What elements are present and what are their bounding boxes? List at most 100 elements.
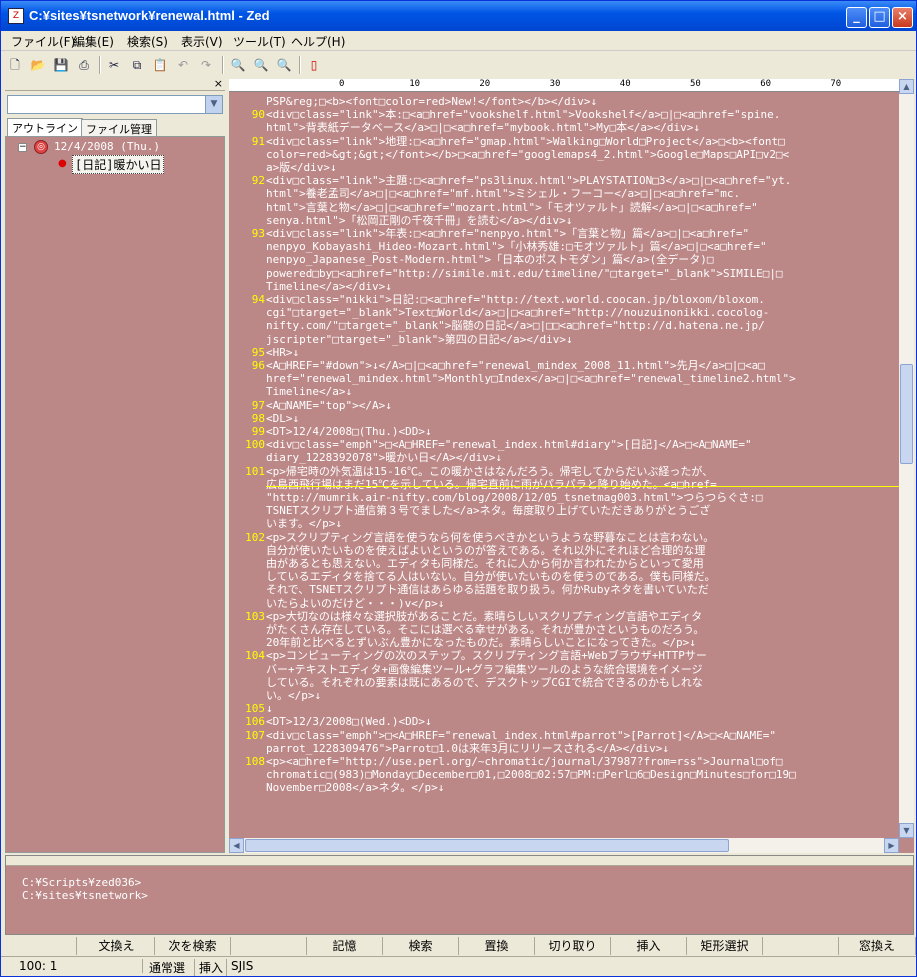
search-icon[interactable]: 🔍 <box>229 56 247 74</box>
code-line[interactable]: powered□by□<a□href="http://simile.mit.ed… <box>266 267 783 280</box>
code-line[interactable]: November□2008</a>ネタ。</p>↓ <box>266 781 444 794</box>
code-line[interactable]: <div□class="link">地理:□<a□href="gmap.html… <box>266 135 785 148</box>
code-line[interactable]: している。それぞれの要素は既にあるので、デスクトップCGIで統合できるのかもしれ… <box>266 676 703 689</box>
minimize-button[interactable]: _ <box>846 7 867 28</box>
title-bar[interactable]: Z C:¥sites¥tsnetwork¥renewal.html - Zed … <box>1 1 916 31</box>
code-line[interactable]: い。</p>↓ <box>266 689 321 702</box>
code-line[interactable]: Timeline</a></div>↓ <box>266 280 392 293</box>
code-line[interactable]: <p>帰宅時の外気温は15-16℃。この暖かさはなんだろう。帰宅してからだいぶ経… <box>266 465 713 478</box>
paste-icon[interactable]: 📋 <box>151 56 169 74</box>
function-key-12[interactable]: 窓換え <box>839 937 916 955</box>
function-key-1[interactable] <box>1 937 77 955</box>
vertical-scrollbar[interactable]: ▲ ▼ <box>899 79 914 838</box>
code-line[interactable]: <p>大切なのは様々な選択肢があることだ。素晴らしいスクリプティング言語やエディ… <box>266 610 702 623</box>
code-line[interactable]: html">言葉と物</a>□|□<a□href="mozart.html">「… <box>266 201 758 214</box>
scroll-down-icon[interactable]: ▼ <box>899 823 914 838</box>
code-line[interactable]: <div□class="emph">□<A□HREF="renewal_inde… <box>266 729 776 742</box>
code-line[interactable]: TSNETスクリプト通信第３号でました</a>ネタ。毎度取り上げていただきありが… <box>266 504 710 517</box>
menu-help[interactable]: ヘルプ(H) <box>291 33 345 50</box>
function-key-5[interactable]: 記憶 <box>307 937 383 955</box>
code-line[interactable]: nenpyo_Japanese_Post-Modern.html">「日本のポス… <box>266 253 714 266</box>
code-line[interactable]: それで、TSNETスクリプト通信はあらゆる話題を取り扱う。何かRubyネタを書い… <box>266 583 709 596</box>
code-line[interactable]: jscripter"□target="_blank">第四の日記</a></di… <box>266 333 573 346</box>
open-icon[interactable]: 📂 <box>29 56 47 74</box>
code-line[interactable]: がたくさん存在している。そこには選べる幸せがある。それが豊かさというものだろう。 <box>266 623 704 636</box>
menu-edit[interactable]: 編集(E) <box>73 33 114 50</box>
maximize-button[interactable]: □ <box>869 7 890 28</box>
scroll-up-icon[interactable]: ▲ <box>899 79 914 94</box>
code-line[interactable]: <p>スクリプティング言語を使うなら何を使うべきかというような野暮なことは言わな… <box>266 531 714 544</box>
tree-node-entry[interactable]: [日記]暖かい日 <box>72 155 165 174</box>
code-line[interactable]: <div□class="nikki">日記:□<a□href="http://t… <box>266 293 765 306</box>
scroll-left-icon[interactable]: ◀ <box>229 838 244 853</box>
function-key-3[interactable]: 次を検索 <box>155 937 231 955</box>
code-line[interactable]: chromatic□(983)□Monday□December□01,□2008… <box>266 768 796 781</box>
code-line[interactable]: <div□class="link">本:□<a□href="vookshelf.… <box>266 108 780 121</box>
code-line[interactable]: 20年前と比べるとずいぶん豊かになったものだ。素晴らしいことになってきた。</p… <box>266 636 696 649</box>
function-key-9[interactable]: 挿入 <box>611 937 687 955</box>
function-key-4[interactable] <box>231 937 307 955</box>
code-line[interactable]: バー+テキストエディタ+画像編集ツール+グラフ編集ツールのような統合環境をイメー… <box>266 663 703 676</box>
code-line[interactable]: <p>コンピューティングの次のステップ。スクリプティング言語+Webブラウザ+H… <box>266 649 707 662</box>
code-line[interactable]: <A□NAME="top"></A>↓ <box>266 399 392 412</box>
text-area[interactable]: PSP&reg;□<b><font□color=red>New!</font><… <box>229 93 899 836</box>
function-key-10[interactable]: 矩形選択 <box>687 937 763 955</box>
code-line[interactable]: <div□class="emph">□<A□HREF="renewal_inde… <box>266 438 752 451</box>
code-line[interactable]: <div□class="link">主題:□<a□href="ps3linux.… <box>266 174 791 187</box>
search-next-icon[interactable]: 🔍 <box>252 56 270 74</box>
code-line[interactable]: color=red>&gt;&gt;</font></b>□<a□href="g… <box>266 148 789 161</box>
collapse-icon[interactable]: − <box>18 143 27 152</box>
tab-file-manager[interactable]: ファイル管理 <box>81 119 157 136</box>
horizontal-scrollbar[interactable]: ◀ ▶ <box>229 838 899 853</box>
code-line[interactable]: cgi"□target="_blank">Text□World</a>□|□<a… <box>266 306 769 319</box>
scroll-right-icon[interactable]: ▶ <box>884 838 899 853</box>
menu-search[interactable]: 検索(S) <box>127 33 168 50</box>
save-icon[interactable]: 💾 <box>52 56 70 74</box>
code-line[interactable]: Timeline</a>↓ <box>266 385 352 398</box>
outline-combo[interactable]: ▼ <box>7 95 223 114</box>
code-line[interactable]: html">背表紙データベース</a>□|□<a□href="mybook.ht… <box>266 121 700 134</box>
console-output[interactable]: C:¥Scripts¥zed036> C:¥sites¥tsnetwork> <box>22 876 148 902</box>
code-line[interactable]: diary_1228392078">暖かい日</A></div>↓ <box>266 451 502 464</box>
code-line[interactable]: ↓ <box>266 702 273 715</box>
code-line[interactable]: a>版</div>↓ <box>266 161 337 174</box>
tab-outline[interactable]: アウトライン <box>7 118 83 136</box>
vertical-scroll-thumb[interactable] <box>900 364 913 464</box>
print-icon[interactable]: ⎙ <box>75 56 93 74</box>
code-line[interactable]: <p><a□href="http://use.perl.org/~chromat… <box>266 755 783 768</box>
code-line[interactable]: いたらよいのだけど・・・)v</p>↓ <box>266 597 444 610</box>
function-key-8[interactable]: 切り取り <box>535 937 611 955</box>
code-line[interactable]: 自分が使いたいものを使えばよいというのが答えである。それ以外にそれほど合理的な理 <box>266 544 705 557</box>
search-prev-icon[interactable]: 🔍 <box>275 56 293 74</box>
menu-view[interactable]: 表示(V) <box>181 33 223 50</box>
redo-icon[interactable]: ↷ <box>197 56 215 74</box>
function-key-2[interactable]: 文換え <box>79 937 155 955</box>
code-line[interactable]: <HR>↓ <box>266 346 299 359</box>
code-line[interactable]: nifty.com/"□target="_blank">脳髄の日記</a>□|□… <box>266 319 765 332</box>
function-key-11[interactable] <box>763 937 839 955</box>
code-line[interactable]: <DL>↓ <box>266 412 299 425</box>
bookmark-icon[interactable]: ▯ <box>305 56 323 74</box>
function-key-6[interactable]: 検索 <box>383 937 459 955</box>
undo-icon[interactable]: ↶ <box>174 56 192 74</box>
code-line[interactable]: <DT>12/4/2008□(Thu.)<DD>↓ <box>266 425 432 438</box>
code-line[interactable]: います。</p>↓ <box>266 517 342 530</box>
menu-file[interactable]: ファイル(F) <box>11 33 75 50</box>
code-line[interactable]: nenpyo_Kobayashi_Hideo-Mozart.html">「小林秀… <box>266 240 767 253</box>
code-line[interactable]: 由があるとも思えない。エディタも同様だ。それに人から何か言われたからといって愛用 <box>266 557 704 570</box>
menu-tools[interactable]: ツール(T) <box>233 33 286 50</box>
close-icon[interactable]: × <box>214 77 223 90</box>
new-icon[interactable]: 🗋 <box>6 56 24 74</box>
horizontal-scroll-thumb[interactable] <box>245 839 729 852</box>
code-line[interactable]: html">養老孟司</a>□|□<a□href="mf.html">ミシェル・… <box>266 187 740 200</box>
code-line[interactable]: 広島西飛行場はまだ15℃を示している。帰宅直前に雨がパラパラと降り始めた。<a□… <box>266 478 717 491</box>
function-key-7[interactable]: 置換 <box>459 937 535 955</box>
code-line[interactable]: "http://mumrik.air-nifty.com/blog/2008/1… <box>266 491 762 504</box>
code-line[interactable]: senya.html">「松岡正剛の千夜千冊」を読む</a></div>↓ <box>266 214 572 227</box>
copy-icon[interactable]: ⧉ <box>128 56 146 74</box>
code-line[interactable]: parrot_1228309476">Parrot□1.0は来年3月にリリースさ… <box>266 742 669 755</box>
close-button[interactable]: × <box>892 7 913 28</box>
code-line[interactable]: しているエディタを捨てる人はいない。自分が使いたいものを使うのである。僕も同様だ… <box>266 570 715 583</box>
chevron-down-icon[interactable]: ▼ <box>205 96 222 113</box>
code-line[interactable]: href="renewal_mindex.html">Monthly□Index… <box>266 372 796 385</box>
